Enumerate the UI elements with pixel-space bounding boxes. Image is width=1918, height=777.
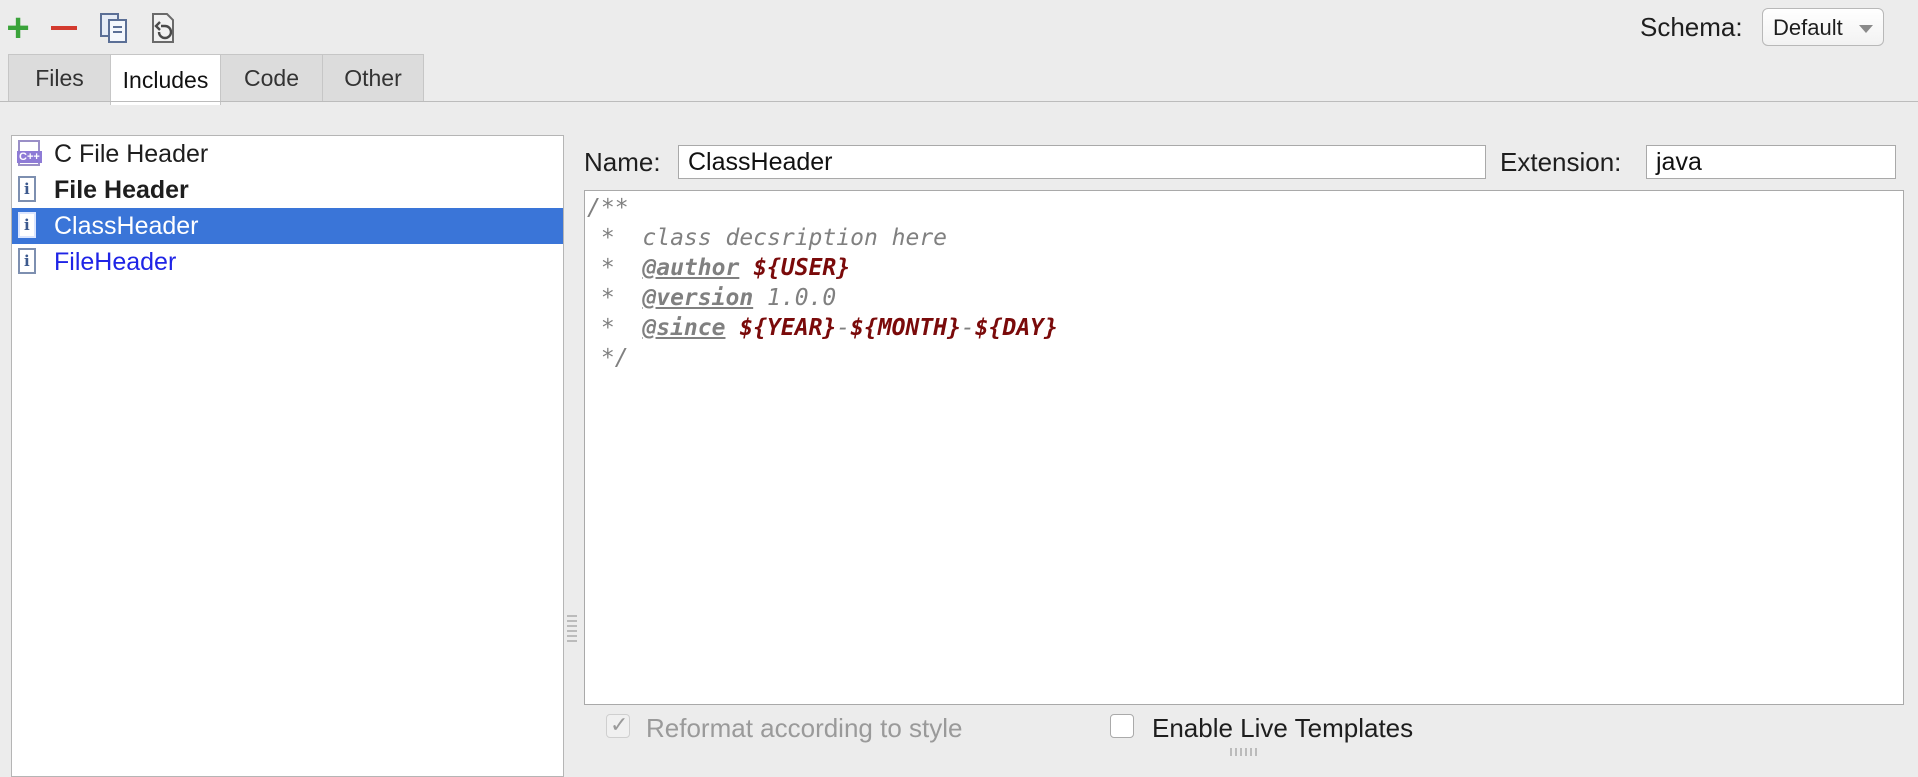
reformat-label: Reformat according to style (646, 713, 963, 743)
cpp-file-icon: C++ (17, 140, 44, 168)
list-item-label: ClassHeader (54, 212, 199, 240)
java-file-icon (18, 176, 44, 204)
template-tabs: Files Includes Code Other (8, 54, 424, 105)
copy-icon (100, 13, 127, 43)
list-item-label: C File Header (54, 140, 209, 168)
reset-template-button[interactable] (146, 10, 182, 46)
resize-grip[interactable] (1230, 748, 1260, 756)
splitter-handle[interactable] (567, 615, 577, 645)
name-label: Name: (584, 147, 661, 177)
tab-includes[interactable]: Includes (110, 54, 221, 105)
code-line: * class decsription here (587, 225, 948, 251)
list-item-label: File Header (54, 176, 189, 204)
add-template-button[interactable]: + (0, 6, 36, 50)
schema-value: Default (1773, 15, 1843, 40)
extension-field[interactable]: java (1646, 145, 1896, 179)
tab-code[interactable]: Code (220, 54, 323, 102)
code-line: * @version 1.0.0 (587, 285, 837, 311)
list-item-label: FileHeader (54, 248, 177, 276)
extension-label: Extension: (1500, 147, 1622, 177)
tab-label: Files (35, 65, 84, 91)
tab-label: Includes (122, 66, 209, 93)
list-item-fileheader[interactable]: FileHeader (12, 244, 563, 280)
schema-label: Schema: (1640, 12, 1743, 42)
template-code-editor[interactable]: /** * class decsription here * @author $… (584, 190, 1904, 705)
copy-template-button[interactable] (96, 10, 132, 46)
plus-icon: + (6, 6, 30, 50)
code-line: /** (587, 195, 629, 221)
reformat-checkbox[interactable] (606, 712, 630, 738)
java-file-icon (18, 212, 44, 240)
list-item-classheader[interactable]: ClassHeader (12, 208, 563, 244)
code-line: * @author ${USER} (587, 255, 851, 281)
tab-label: Code (244, 65, 299, 91)
tab-files[interactable]: Files (8, 54, 111, 102)
live-templates-checkbox[interactable] (1110, 714, 1134, 738)
code-line: * @since ${YEAR}-${MONTH}-${DAY} (587, 315, 1058, 341)
list-item-c-file-header[interactable]: C++ C File Header (12, 136, 563, 172)
chevron-down-icon (1859, 25, 1873, 33)
tab-label: Other (344, 65, 402, 91)
schema-dropdown[interactable]: Default (1762, 8, 1884, 46)
list-item-file-header[interactable]: File Header (12, 172, 563, 208)
reset-icon (152, 13, 174, 43)
minus-icon (51, 26, 77, 30)
tab-divider (0, 101, 1918, 102)
remove-template-button[interactable] (46, 10, 82, 46)
live-templates-label: Enable Live Templates (1152, 713, 1414, 743)
code-line: */ (587, 345, 629, 371)
tab-other[interactable]: Other (322, 54, 424, 102)
java-file-icon (18, 248, 44, 276)
template-list: C++ C File Header File Header ClassHeade… (11, 135, 564, 777)
name-field[interactable]: ClassHeader (678, 145, 1486, 179)
